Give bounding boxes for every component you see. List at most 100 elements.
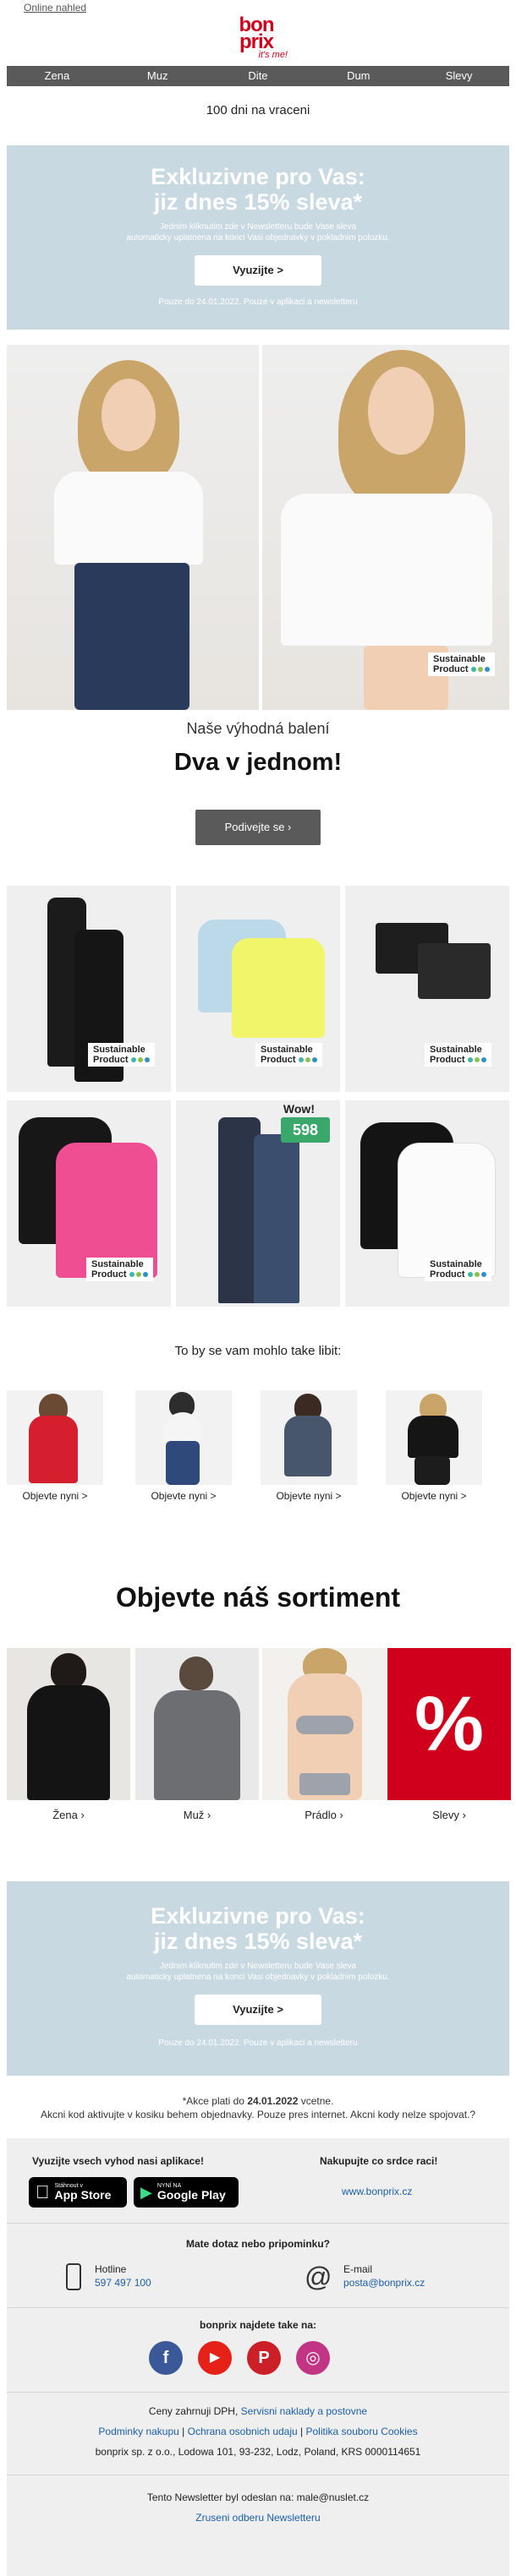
- cardigan-yellow: [232, 938, 325, 1038]
- recommend-link[interactable]: Objevte nyni >: [135, 1490, 232, 1502]
- footer-divider: [7, 2392, 509, 2393]
- unsubscribe-link[interactable]: Zruseni odberu Newsletteru: [7, 2512, 509, 2524]
- category-label[interactable]: Žena ›: [7, 1809, 130, 1821]
- recommend-item-blue-dress[interactable]: Objevte nyni >: [261, 1390, 357, 1502]
- badge-line1: Sustainable: [433, 654, 486, 664]
- facebook-icon[interactable]: f: [149, 2341, 183, 2375]
- sale-percent-icon: %: [387, 1648, 511, 1800]
- contact-title: Mate dotaz nebo pripominku?: [186, 2238, 330, 2250]
- app-title: Vyuzijte vsech vyhod nasi aplikace!: [32, 2155, 204, 2167]
- promo-title-line2: jiz dnes 15% sleva*: [153, 189, 363, 215]
- bundle-view-button[interactable]: Podivejte se ›: [195, 810, 321, 845]
- legal-separator: |: [178, 2426, 188, 2437]
- category-women[interactable]: Žena ›: [7, 1648, 130, 1821]
- terms-link[interactable]: Podminky nakupu: [98, 2426, 178, 2437]
- shop-link[interactable]: www.bonprix.cz: [342, 2186, 412, 2197]
- product-tile-cardigans[interactable]: Sustainable Product: [176, 886, 340, 1092]
- badge-line2: Product: [430, 1269, 465, 1280]
- hotline-label: Hotline: [95, 2263, 127, 2275]
- category-label[interactable]: Prádlo ›: [262, 1809, 386, 1821]
- recommend-image: [261, 1390, 357, 1485]
- app-store-button[interactable]:  Stáhnout vApp Store: [29, 2177, 127, 2208]
- apple-icon: : [36, 2181, 50, 2203]
- instagram-icon[interactable]: ◎: [296, 2341, 330, 2375]
- vat-text: Ceny zahrnuji DPH,: [148, 2405, 241, 2417]
- promo-text-line1: Jednim kliknutim zde v Newsletteru bude …: [159, 222, 357, 232]
- category-label[interactable]: Muž ›: [135, 1809, 259, 1821]
- badge-dots-icon: [298, 1057, 317, 1063]
- sustainable-badge: Sustainable Product: [88, 1043, 155, 1067]
- badge-line1: Sustainable: [261, 1045, 313, 1055]
- product-tile-turtlenecks[interactable]: Sustainable Product: [7, 1100, 171, 1307]
- nav-item-dum[interactable]: Dum: [308, 66, 409, 86]
- nav-item-zena[interactable]: Zena: [7, 66, 107, 86]
- badge-line2: Product: [93, 1055, 129, 1065]
- sustainable-badge: Sustainable Product: [428, 652, 495, 676]
- main-nav: Zena Muz Dite Dum Slevy: [7, 66, 509, 86]
- promo-text-line2: automaticky uplatnena na konci Vasi obje…: [126, 1973, 390, 1982]
- badge-dots-icon: [470, 667, 490, 673]
- nav-item-dite[interactable]: Dite: [208, 66, 309, 86]
- category-image: [262, 1648, 386, 1800]
- promo-use-button[interactable]: Vyuzijte >: [195, 255, 321, 286]
- product-tile-jeans[interactable]: Wow! 598: [176, 1100, 340, 1307]
- promo-banner-top: Exkluzivne pro Vas: jiz dnes 15% sleva* …: [7, 145, 509, 330]
- footnote-suffix: vcetne.: [298, 2095, 334, 2107]
- category-lingerie[interactable]: Prádlo ›: [262, 1648, 386, 1821]
- sustainable-badge: Sustainable Product: [86, 1258, 153, 1281]
- shop-title: Nakupujte co srdce raci!: [320, 2155, 438, 2167]
- privacy-link[interactable]: Ochrana osobnich udaju: [188, 2426, 298, 2437]
- bundle-subtitle: Naše výhodná balení: [186, 720, 330, 737]
- footer-divider: [7, 2223, 509, 2224]
- hotline-number[interactable]: 597 497 100: [95, 2277, 151, 2289]
- recommend-link[interactable]: Objevte nyni >: [261, 1490, 357, 1502]
- footnote-line1: *Akce plati do 24.01.2022 vcetne.: [0, 2094, 516, 2108]
- online-view-link[interactable]: Online nahled: [24, 2, 86, 14]
- promo-note: Pouze do 24.01.2022. Pouze v aplikaci a …: [158, 297, 358, 307]
- product-tile-skirts[interactable]: Sustainable Product: [345, 886, 509, 1092]
- badge-line1: Sustainable: [93, 1045, 145, 1055]
- product-tile-longsleeves[interactable]: Sustainable Product: [345, 1100, 509, 1307]
- badge-dots-icon: [467, 1057, 486, 1063]
- recommend-item-red-dress[interactable]: Objevte nyni >: [7, 1390, 103, 1502]
- recommend-item-black-top[interactable]: Objevte nyni >: [386, 1390, 482, 1502]
- bundle-title: Dva v jednom!: [173, 749, 343, 776]
- bonprix-logo[interactable]: bon prix it's me!: [222, 15, 291, 61]
- hero-photo-left[interactable]: [7, 345, 259, 710]
- nav-item-slevy[interactable]: Slevy: [409, 66, 509, 86]
- google-play-button[interactable]: ▶ NYNÍ NA Google Play: [134, 2177, 239, 2208]
- footnote-prefix: *Akce plati do: [182, 2095, 248, 2107]
- category-label[interactable]: Slevy ›: [387, 1809, 511, 1821]
- google-play-icon: ▶: [140, 2183, 152, 2201]
- cookies-link[interactable]: Politika souboru Cookies: [306, 2426, 418, 2437]
- email-address[interactable]: posta@bonprix.cz: [343, 2277, 425, 2289]
- sent-to-info: Tento Newsletter byl odeslan na: male@nu…: [146, 2491, 370, 2503]
- company-info: bonprix sp. z o.o., Lodowa 101, 93-232, …: [95, 2446, 421, 2458]
- youtube-icon[interactable]: ▶: [198, 2341, 232, 2375]
- category-sale[interactable]: % Slevy ›: [387, 1648, 511, 1821]
- category-men[interactable]: Muž ›: [135, 1648, 259, 1821]
- app-store-label: App Store: [41, 2188, 112, 2202]
- recommend-item-jeans[interactable]: Objevte nyni >: [135, 1390, 232, 1502]
- hero-photo-right[interactable]: Sustainable Product: [262, 345, 509, 710]
- shipping-costs-link[interactable]: Servisni naklady a postovne: [241, 2405, 367, 2417]
- legal-links: Podminky nakupu | Ochrana osobnich udaju…: [7, 2426, 509, 2437]
- promo-use-button[interactable]: Vyuzijte >: [195, 1995, 321, 2025]
- recommend-link[interactable]: Objevte nyni >: [7, 1490, 103, 1502]
- badge-line2: Product: [433, 664, 469, 674]
- email-label: E-mail: [343, 2263, 373, 2275]
- nav-item-muz[interactable]: Muz: [107, 66, 208, 86]
- recommend-link[interactable]: Objevte nyni >: [386, 1490, 482, 1502]
- legal-separator: |: [297, 2426, 306, 2437]
- wow-label: Wow!: [283, 1102, 315, 1116]
- sustainable-badge: Sustainable Product: [255, 1043, 322, 1067]
- vat-line: Ceny zahrnuji DPH, Servisni naklady a po…: [7, 2405, 509, 2417]
- pinterest-icon[interactable]: P: [247, 2341, 281, 2375]
- badge-line1: Sustainable: [430, 1259, 482, 1269]
- skirt-2: [418, 943, 491, 999]
- phone-icon: [66, 2263, 81, 2290]
- product-tile-leggings[interactable]: Sustainable Product: [7, 886, 171, 1092]
- recommend-image: [386, 1390, 482, 1485]
- footer: Vyuzijte vsech vyhod nasi aplikace!  St…: [7, 2138, 509, 2576]
- assortment-title: Objevte náš sortiment: [115, 1582, 401, 1613]
